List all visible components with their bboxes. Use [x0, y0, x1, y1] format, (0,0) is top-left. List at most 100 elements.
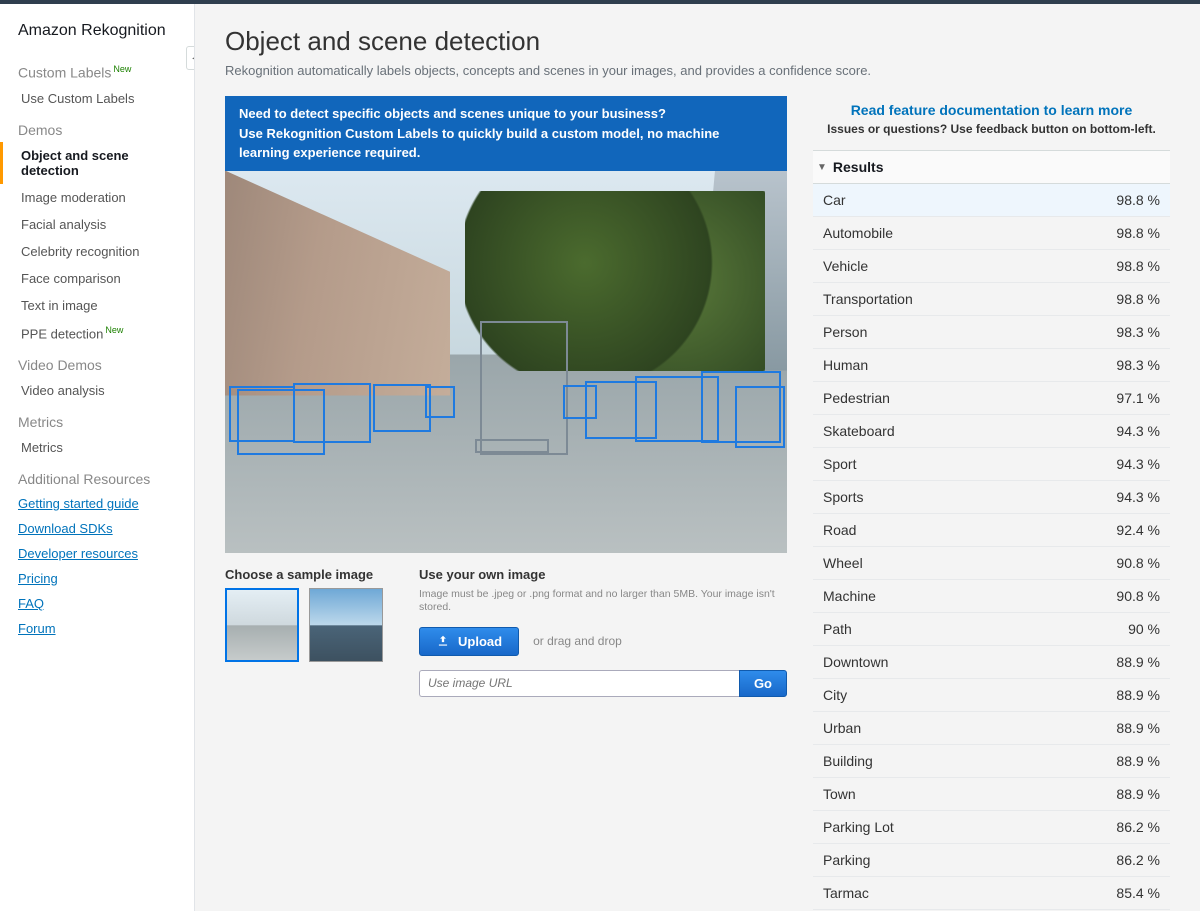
sidebar-link-faq[interactable]: FAQ	[0, 591, 194, 616]
sidebar-item-face-comparison[interactable]: Face comparison	[0, 265, 194, 292]
image-url-input[interactable]	[419, 670, 739, 697]
sidebar-item-text-in-image[interactable]: Text in image	[0, 292, 194, 319]
result-row[interactable]: Parking Lot 86.2 %	[813, 811, 1170, 844]
upload-button[interactable]: Upload	[419, 627, 519, 656]
result-label: Sports	[823, 489, 863, 505]
detection-bbox[interactable]	[475, 439, 549, 453]
result-confidence: 92.4 %	[1116, 522, 1160, 538]
result-label: Human	[823, 357, 868, 373]
banner-line2a: Use	[239, 126, 266, 141]
result-row[interactable]: Human98.3 %	[813, 349, 1170, 382]
upload-help: Image must be .jpeg or .png format and n…	[419, 588, 787, 615]
result-row[interactable]: Urban 88.9 %	[813, 712, 1170, 745]
result-row[interactable]: Town88.9 %	[813, 778, 1170, 811]
sidebar-item-metrics[interactable]: Metrics	[0, 434, 194, 461]
sample-thumb-city[interactable]	[309, 588, 383, 662]
sidebar-section-video-demos: Video Demos	[0, 347, 194, 377]
result-label: Machine	[823, 588, 876, 604]
result-row[interactable]: Vehicle 98.8 %	[813, 250, 1170, 283]
analyzed-image	[225, 171, 787, 553]
result-label: City	[823, 687, 847, 703]
result-confidence: 86.2 %	[1116, 819, 1160, 835]
result-confidence: 98.8 %	[1116, 291, 1160, 307]
detection-bbox[interactable]	[735, 386, 785, 448]
result-label: Path	[823, 621, 852, 637]
new-badge: New	[113, 64, 131, 74]
result-label: Road	[823, 522, 856, 538]
result-row[interactable]: Parking86.2 %	[813, 844, 1170, 877]
result-label: Parking	[823, 852, 870, 868]
sidebar-link-developer-resources[interactable]: Developer resources	[0, 541, 194, 566]
result-label: Person	[823, 324, 867, 340]
sample-thumb-street[interactable]	[225, 588, 299, 662]
result-confidence: 88.9 %	[1116, 654, 1160, 670]
result-confidence: 98.8 %	[1116, 258, 1160, 274]
results-header-label: Results	[833, 159, 884, 175]
sidebar-item-label: Text in image	[21, 298, 98, 313]
result-label: Pedestrian	[823, 390, 890, 406]
sidebar-item-facial-analysis[interactable]: Facial analysis	[0, 211, 194, 238]
results-header[interactable]: ▼ Results	[813, 150, 1170, 184]
result-confidence: 98.8 %	[1116, 192, 1160, 208]
result-row[interactable]: City88.9 %	[813, 679, 1170, 712]
result-row[interactable]: Pedestrian97.1 %	[813, 382, 1170, 415]
result-row[interactable]: Sports94.3 %	[813, 481, 1170, 514]
detection-bbox[interactable]	[480, 321, 568, 455]
sidebar-link-pricing[interactable]: Pricing	[0, 566, 194, 591]
result-label: Transportation	[823, 291, 913, 307]
sidebar-item-use-custom-labels[interactable]: Use Custom Labels	[0, 85, 194, 112]
sidebar-item-image-moderation[interactable]: Image moderation	[0, 184, 194, 211]
result-label: Sport	[823, 456, 856, 472]
result-label: Vehicle	[823, 258, 868, 274]
go-button[interactable]: Go	[739, 670, 787, 697]
sidebar-section-metrics: Metrics	[0, 404, 194, 434]
result-row[interactable]: Sport 94.3 %	[813, 448, 1170, 481]
result-label: Parking Lot	[823, 819, 894, 835]
sidebar-item-video-analysis[interactable]: Video analysis	[0, 377, 194, 404]
sidebar-link-forum[interactable]: Forum	[0, 616, 194, 641]
sidebar-link-getting-started[interactable]: Getting started guide	[0, 491, 194, 516]
detection-bbox[interactable]	[293, 383, 371, 443]
sidebar-item-object-scene-detection[interactable]: Object and scene detection	[0, 142, 194, 184]
drag-drop-text: or drag and drop	[533, 634, 622, 648]
result-row[interactable]: Tarmac85.4 %	[813, 877, 1170, 910]
sidebar-link-download-sdks[interactable]: Download SDKs	[0, 516, 194, 541]
feedback-hint: Issues or questions? Use feedback button…	[813, 122, 1170, 136]
result-confidence: 90.8 %	[1116, 555, 1160, 571]
result-row[interactable]: Person98.3 %	[813, 316, 1170, 349]
sidebar-collapse-button[interactable]: ◀	[186, 46, 195, 70]
documentation-link[interactable]: Read feature documentation to learn more	[813, 102, 1170, 118]
sidebar-item-label: PPE detection	[21, 326, 103, 341]
result-confidence: 90.8 %	[1116, 588, 1160, 604]
upload-header: Use your own image	[419, 567, 787, 582]
result-row[interactable]: Building88.9 %	[813, 745, 1170, 778]
result-row[interactable]: Machine 90.8 %	[813, 580, 1170, 613]
result-confidence: 94.3 %	[1116, 456, 1160, 472]
upload-icon	[436, 634, 450, 648]
result-row[interactable]: Road 92.4 %	[813, 514, 1170, 547]
result-row[interactable]: Automobile98.8 %	[813, 217, 1170, 250]
detection-bbox[interactable]	[425, 386, 455, 418]
custom-labels-banner[interactable]: Need to detect specific objects and scen…	[225, 96, 787, 171]
result-confidence: 88.9 %	[1116, 720, 1160, 736]
page-subtitle: Rekognition automatically labels objects…	[225, 63, 1170, 78]
result-row[interactable]: Path90 %	[813, 613, 1170, 646]
result-label: Urban	[823, 720, 861, 736]
results-list: Car98.8 %Automobile98.8 %Vehicle98.8 %Tr…	[813, 184, 1170, 910]
result-row[interactable]: Transportation 98.8 %	[813, 283, 1170, 316]
new-badge: New	[105, 325, 123, 335]
result-confidence: 88.9 %	[1116, 786, 1160, 802]
banner-line2b: Rekognition Custom Labels	[266, 126, 438, 141]
result-label: Downtown	[823, 654, 888, 670]
result-label: Wheel	[823, 555, 863, 571]
result-row[interactable]: Wheel 90.8 %	[813, 547, 1170, 580]
result-row[interactable]: Downtown 88.9 %	[813, 646, 1170, 679]
result-row[interactable]: Car98.8 %	[813, 184, 1170, 217]
result-row[interactable]: Skateboard94.3 %	[813, 415, 1170, 448]
sidebar-item-celebrity-recognition[interactable]: Celebrity recognition	[0, 238, 194, 265]
sidebar-item-label: Object and scene detection	[21, 148, 129, 178]
sidebar-item-label: Image moderation	[21, 190, 126, 205]
detection-bbox[interactable]	[373, 384, 431, 432]
sidebar-item-ppe-detection[interactable]: PPE detectionNew	[0, 319, 194, 347]
result-confidence: 88.9 %	[1116, 753, 1160, 769]
